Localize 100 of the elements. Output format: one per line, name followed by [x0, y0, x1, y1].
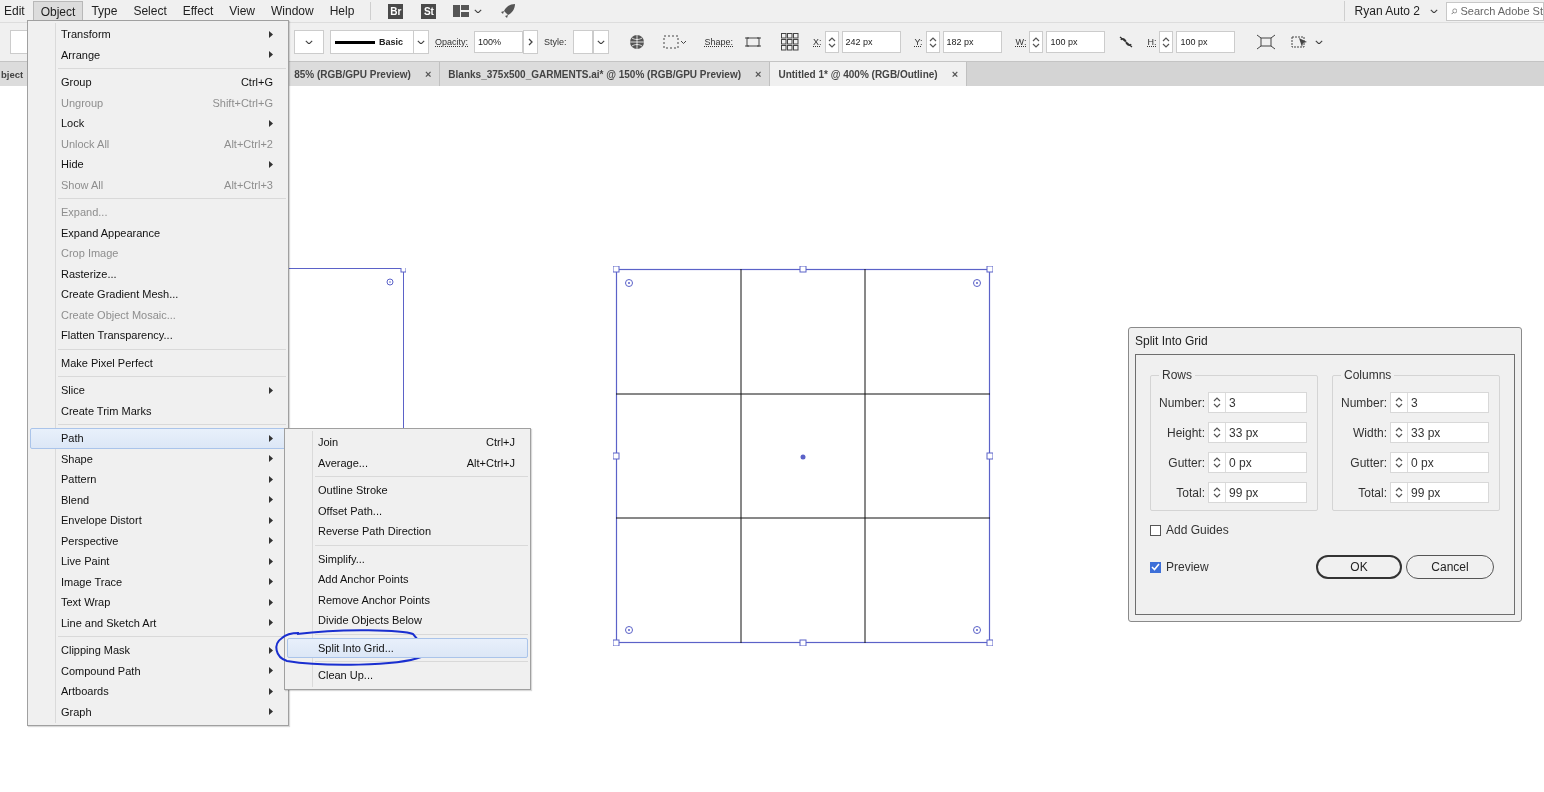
menu-item[interactable]: Artboards [30, 681, 286, 702]
search-field[interactable]: Search Adobe St [1446, 1, 1544, 21]
document-tab[interactable]: Untitled 1* @ 400% (RGB/Outline) × [770, 62, 968, 86]
coordinate-field[interactable]: 100 px [1046, 31, 1106, 53]
menu-item[interactable]: Lock [30, 113, 286, 134]
menu-title[interactable]: Type [83, 0, 126, 22]
menu-title[interactable]: Select [125, 0, 175, 22]
number-field[interactable]: 99 px [1208, 482, 1307, 503]
close-icon[interactable]: × [951, 68, 959, 80]
number-field[interactable]: 99 px [1390, 482, 1489, 503]
menu-item[interactable]: Remove Anchor Points [287, 589, 528, 610]
rectangle-shape-icon[interactable] [745, 36, 762, 48]
number-field[interactable]: 0 px [1208, 452, 1307, 473]
menu-item[interactable]: Split Into Grid... [287, 637, 528, 658]
checkbox[interactable] [1150, 524, 1161, 536]
menu-item[interactable]: Line and Sketch Art [30, 612, 286, 633]
number-field[interactable]: 33 px [1390, 422, 1489, 443]
submenu-arrow-icon [269, 557, 273, 565]
menu-item[interactable]: Envelope Distort [30, 510, 286, 531]
spinner-arrows-icon[interactable] [1213, 456, 1221, 469]
spinner-arrows-icon[interactable] [1395, 486, 1403, 499]
menu-item[interactable]: Divide Objects Below [287, 610, 528, 631]
menu-title[interactable]: Effect [174, 0, 222, 22]
menu-item[interactable]: Perspective [30, 530, 286, 551]
dialog-button[interactable]: OK [1316, 555, 1402, 579]
spinner-control[interactable] [824, 31, 839, 53]
menu-item[interactable]: Rasterize... [30, 263, 286, 284]
fit-icon[interactable] [1257, 34, 1276, 50]
style-swatch[interactable] [572, 30, 593, 54]
menu-title[interactable]: View [221, 0, 263, 22]
spinner-arrows-icon[interactable] [1213, 426, 1221, 439]
menu-item[interactable]: Create Gradient Mesh... [30, 284, 286, 305]
unlink-icon[interactable] [1119, 36, 1134, 48]
spinner-control[interactable] [1029, 31, 1044, 53]
spinner-arrows-icon[interactable] [1213, 486, 1221, 499]
menu-item[interactable]: Graph [30, 701, 286, 722]
menu-item[interactable]: Make Pixel Perfect [30, 352, 286, 373]
spinner-arrows-icon[interactable] [1213, 396, 1221, 409]
workspace-layout-icon[interactable] [453, 5, 470, 17]
menu-item[interactable]: Reverse Path Direction [287, 521, 528, 542]
menu-item[interactable]: Image Trace [30, 571, 286, 592]
globe-icon[interactable] [628, 34, 645, 50]
menu-item[interactable]: Group Ctrl+G [30, 72, 286, 93]
menu-item[interactable]: Slice [30, 380, 286, 401]
number-field[interactable]: 33 px [1208, 422, 1307, 443]
menu-item[interactable]: Average... Alt+Ctrl+J [287, 452, 528, 473]
coordinate-field[interactable]: 182 px [942, 31, 1002, 53]
submenu-arrow-icon [269, 708, 273, 716]
submenu-arrow-icon [269, 619, 273, 627]
menu-item[interactable]: Hide [30, 154, 286, 175]
menu-title[interactable]: Edit [0, 0, 33, 22]
menu-item[interactable]: Transform [30, 24, 286, 45]
checkbox[interactable] [1150, 561, 1161, 573]
document-tab[interactable]: 85% (RGB/GPU Preview) × [286, 62, 441, 86]
spinner-arrows-icon[interactable] [827, 35, 836, 49]
menu-item[interactable]: Join Ctrl+J [287, 432, 528, 453]
coordinate-field[interactable]: 100 px [1176, 31, 1236, 53]
menu-item[interactable]: Clean Up... [287, 665, 528, 686]
opacity-field[interactable]: 100% [474, 31, 523, 53]
menu-item[interactable]: Text Wrap [30, 592, 286, 613]
menu-item[interactable]: Clipping Mask [30, 640, 286, 661]
menu-item[interactable]: Simplify... [287, 548, 528, 569]
user-menu[interactable]: Ryan Auto 2 [1343, 1, 1430, 21]
number-field[interactable]: 3 [1208, 392, 1307, 413]
menu-item[interactable]: Arrange [30, 44, 286, 65]
menu-item[interactable]: Add Anchor Points [287, 569, 528, 590]
document-tab[interactable]: Blanks_375x500_GARMENTS.ai* @ 150% (RGB/GPU Preview) × [440, 62, 771, 86]
spinner-control[interactable] [1159, 31, 1174, 53]
app-icon[interactable]: St [421, 3, 437, 19]
menu-title[interactable]: Object [32, 0, 84, 22]
number-field[interactable]: 3 [1390, 392, 1489, 413]
spinner-arrows-icon[interactable] [1162, 35, 1171, 49]
stroke-style-dropdown[interactable]: Basic [330, 30, 414, 54]
transform-grid-icon[interactable] [781, 33, 800, 51]
menu-title[interactable]: Window [263, 0, 322, 22]
app-icon[interactable]: Br [388, 3, 404, 19]
menu-item[interactable]: Shape [30, 448, 286, 469]
menu-item[interactable]: Live Paint [30, 551, 286, 572]
spinner-arrows-icon[interactable] [1395, 396, 1403, 409]
coordinate-field[interactable]: 242 px [841, 31, 901, 53]
menu-item[interactable]: Path [30, 428, 286, 449]
menu-title[interactable]: Help [321, 0, 363, 22]
close-icon[interactable]: × [424, 68, 432, 80]
close-icon[interactable]: × [755, 68, 762, 80]
menu-item[interactable]: Compound Path [30, 660, 286, 681]
menu-item[interactable]: Blend [30, 489, 286, 510]
menu-item[interactable]: Create Trim Marks [30, 400, 286, 421]
menu-item[interactable]: Flatten Transparency... [30, 325, 286, 346]
spinner-control[interactable] [925, 31, 940, 53]
menu-item[interactable]: Outline Stroke [287, 480, 528, 501]
dialog-button[interactable]: Cancel [1406, 555, 1494, 579]
menu-item[interactable]: Pattern [30, 469, 286, 490]
rocket-icon[interactable] [500, 3, 517, 19]
spinner-arrows-icon[interactable] [1395, 426, 1403, 439]
menu-item[interactable]: Expand Appearance [30, 222, 286, 243]
spinner-arrows-icon[interactable] [1395, 456, 1403, 469]
spinner-arrows-icon[interactable] [928, 35, 937, 49]
spinner-arrows-icon[interactable] [1032, 35, 1041, 49]
menu-item[interactable]: Offset Path... [287, 500, 528, 521]
number-field[interactable]: 0 px [1390, 452, 1489, 473]
